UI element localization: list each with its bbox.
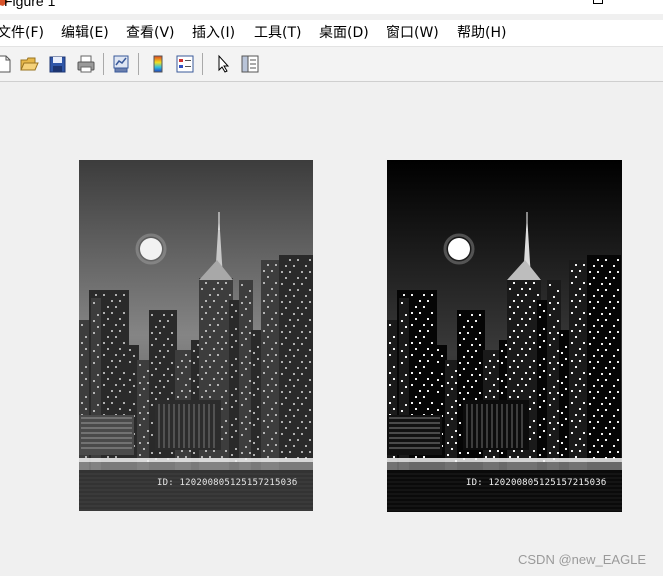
save-icon[interactable] <box>48 53 68 75</box>
edit-plot-pointer-icon[interactable] <box>213 53 233 75</box>
image-axes-right[interactable]: ID: 12020080512515721503б <box>387 160 622 512</box>
maximize-icon[interactable] <box>593 0 603 4</box>
menu-view[interactable]: 查看(V) <box>126 23 175 43</box>
print-icon[interactable] <box>76 53 96 75</box>
menu-window[interactable]: 窗口(W) <box>386 23 439 43</box>
watermark: CSDN @new_EAGLE <box>518 552 647 567</box>
toolbar-separator <box>103 53 104 75</box>
toolbar-separator <box>138 53 139 75</box>
title-bar: Figure 1 <box>0 0 663 14</box>
menu-help[interactable]: 帮助(H) <box>457 23 506 43</box>
insert-colorbar-icon[interactable] <box>148 53 168 75</box>
menu-desktop[interactable]: 桌面(D) <box>319 23 369 43</box>
menu-file[interactable]: 文件(F) <box>0 23 44 43</box>
city-night-image <box>79 160 313 511</box>
property-inspector-icon[interactable] <box>240 53 260 75</box>
menu-bar: 文件(F) 编辑(E) 查看(V) 插入(I) 工具(T) 桌面(D) 窗口(W… <box>0 20 663 47</box>
menu-insert[interactable]: 插入(I) <box>192 23 235 43</box>
window-title: Figure 1 <box>4 0 56 9</box>
toolbar-separator <box>202 53 203 75</box>
city-night-enhanced-image <box>387 160 622 512</box>
figure-toolbar <box>0 47 663 82</box>
image-id-caption: ID: 12020080512515721503б <box>157 478 298 488</box>
menu-edit[interactable]: 编辑(E) <box>61 23 109 43</box>
insert-legend-icon[interactable] <box>175 53 195 75</box>
image-axes-left[interactable]: ID: 12020080512515721503б <box>79 160 313 511</box>
image-id-caption: ID: 12020080512515721503б <box>466 478 607 488</box>
link-plot-icon[interactable] <box>111 53 131 75</box>
open-file-icon[interactable] <box>19 53 39 75</box>
new-figure-icon[interactable] <box>0 53 14 75</box>
menu-tools[interactable]: 工具(T) <box>254 23 301 43</box>
